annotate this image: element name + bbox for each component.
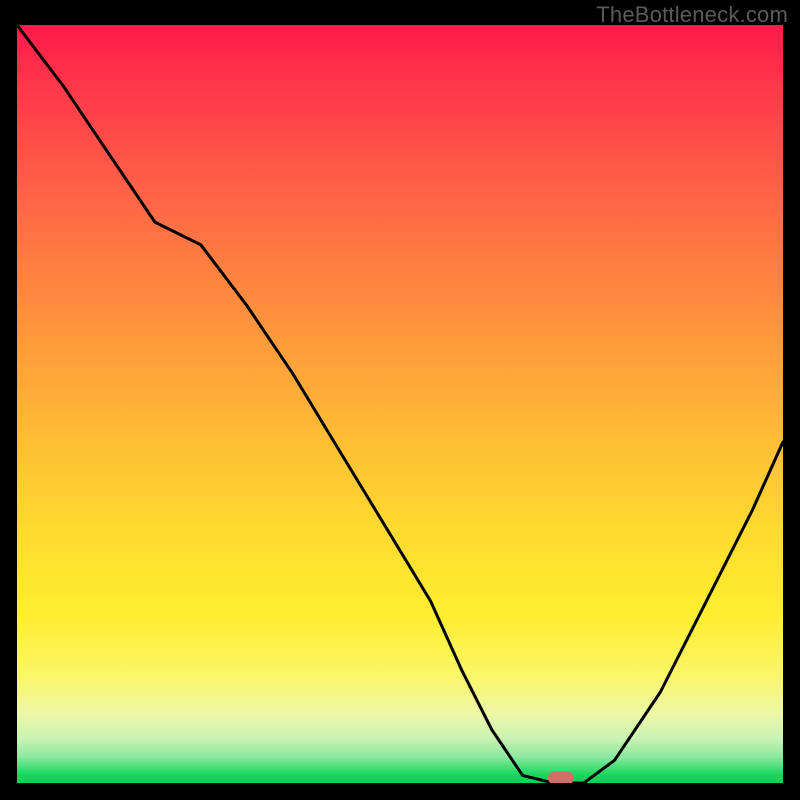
plot-inner [17,25,783,783]
curve-path [17,25,783,783]
optimal-point-marker [548,772,574,784]
bottleneck-curve [17,25,783,783]
plot-area [17,25,783,783]
chart-frame: TheBottleneck.com [0,0,800,800]
